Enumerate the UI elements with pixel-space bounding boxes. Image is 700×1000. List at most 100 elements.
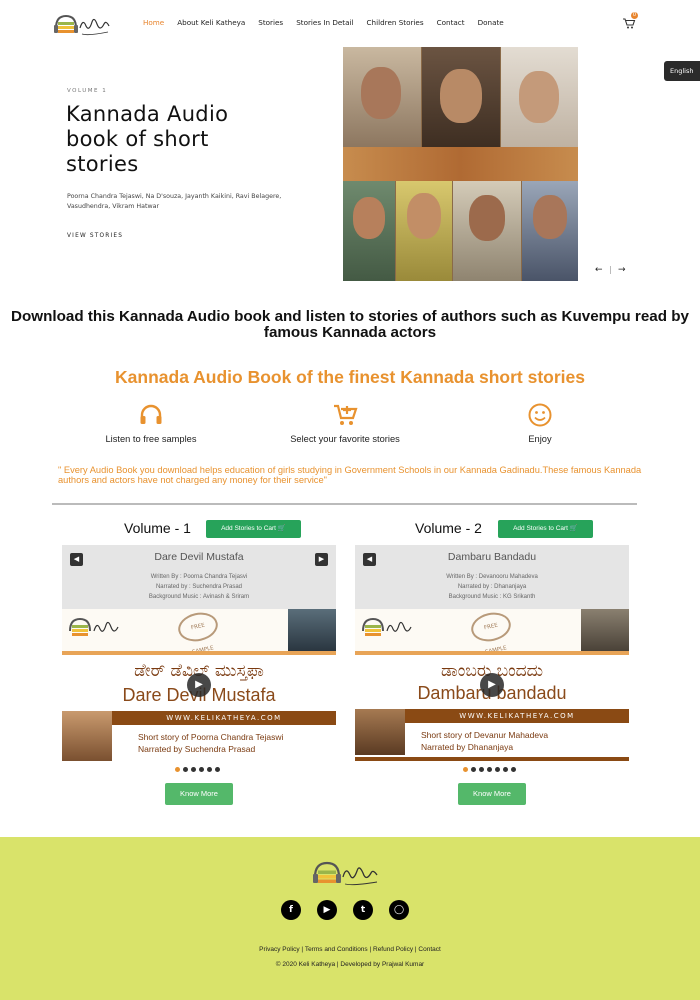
section-divider	[52, 503, 637, 505]
player-track-title: Dare Devil Mustafa	[154, 551, 244, 563]
carousel-dot[interactable]	[479, 767, 484, 772]
main-nav: Home About Keli Katheya Stories Stories …	[143, 18, 517, 27]
carousel-prev-arrow-icon[interactable]: ←	[595, 265, 603, 275]
view-stories-link[interactable]: VIEW STORIES	[67, 233, 123, 239]
feature-enjoy-label: Enjoy	[528, 434, 552, 444]
refund-policy-link[interactable]: Refund Policy	[373, 946, 413, 953]
copyright: © 2020 Keli Katheya | Developed by Prajw…	[275, 961, 425, 968]
site-footer: f ▶ t ◯ Privacy Policy | Terms and Condi…	[0, 837, 700, 1000]
poster-logo	[69, 617, 119, 636]
author-photo	[62, 711, 112, 761]
carousel-dot[interactable]	[471, 767, 476, 772]
cart-plus-icon	[334, 404, 358, 425]
nav-donate[interactable]: Donate	[478, 18, 504, 27]
narrator-photo	[581, 609, 629, 651]
poster-logo	[362, 617, 412, 636]
volume-1-dots	[175, 767, 220, 772]
hero-title: Kannada Audio book of short stories	[66, 102, 229, 176]
feature-listen-label: Listen to free samples	[105, 434, 197, 444]
nav-children-stories[interactable]: Children Stories	[367, 18, 424, 27]
carousel-dot[interactable]	[199, 767, 204, 772]
background-music: Background Music : KG Srikanth	[448, 594, 536, 600]
carousel-separator	[610, 266, 611, 274]
add-to-cart-label: Add Stories to Cart	[221, 525, 276, 532]
feature-select: Select your favorite stories	[255, 402, 435, 444]
player-track-info: Written By : Poorna Chandra Tejasvi Narr…	[62, 572, 336, 602]
nav-stories[interactable]: Stories	[258, 18, 283, 27]
volume-2-player: ◀ Dambaru Bandadu Written By : Devanooru…	[355, 545, 629, 609]
twitter-icon[interactable]: t	[353, 900, 373, 920]
volume-1-title: Volume - 1	[124, 520, 191, 536]
add-to-cart-label: Add Stories to Cart	[513, 525, 568, 532]
author-photo	[355, 709, 405, 755]
volume-2-poster: FREE SAMPLE ಡಾಂಬರು ಬಂದದು Dambaru bandadu…	[355, 609, 629, 761]
written-by: Written By : Devanooru Mahadeva	[446, 574, 538, 580]
poster-desc-line-1: Short story of Poorna Chandra Tejaswi	[138, 732, 284, 742]
carousel-dot[interactable]	[175, 767, 180, 772]
instagram-icon[interactable]: ◯	[389, 900, 409, 920]
carousel-dot[interactable]	[215, 767, 220, 772]
footer-contact-link[interactable]: Contact	[418, 946, 440, 953]
poster-desc-line-2: Narrated by Suchendra Prasad	[138, 744, 256, 754]
player-track-info: Written By : Devanooru Mahadeva Narrated…	[355, 572, 629, 602]
poster-website: WWW.KELIKATHEYA.COM	[112, 711, 336, 725]
cart-icon: 🛒	[569, 525, 578, 532]
carousel-dot[interactable]	[183, 767, 188, 772]
background-music: Background Music : Avinash & Sriram	[148, 594, 250, 600]
carousel-dot[interactable]	[207, 767, 212, 772]
language-switcher[interactable]: English	[664, 61, 700, 81]
authors-collage-image	[343, 47, 578, 281]
hero-authors: Poorna Chandra Tejaswi, Na D'souza, Jaya…	[67, 193, 282, 210]
smile-icon	[528, 403, 552, 427]
volume-1-add-to-cart-button[interactable]: Add Stories to Cart 🛒	[206, 520, 301, 538]
poster-desc-line-2: Narrated by Dhananjaya	[421, 742, 514, 752]
privacy-policy-link[interactable]: Privacy Policy	[259, 946, 299, 953]
narrated-by: Narrated by : Dhananjaya	[457, 584, 527, 590]
carousel-next-arrow-icon[interactable]: →	[618, 265, 626, 275]
intro-subhead: Kannada Audio Book of the finest Kannada…	[115, 367, 585, 387]
nav-about[interactable]: About Keli Katheya	[177, 18, 245, 27]
play-icon[interactable]: ▶	[187, 673, 211, 697]
poster-desc-line-1: Short story of Devanur Mahadeva	[421, 730, 549, 740]
carousel-dot[interactable]	[503, 767, 508, 772]
player-track-title: Dambaru Bandadu	[447, 551, 537, 563]
volume-1-player: ◀ Dare Devil Mustafa ▶ Written By : Poor…	[62, 545, 336, 609]
volume-2-dots	[463, 767, 516, 772]
feature-enjoy: Enjoy	[450, 402, 630, 444]
youtube-icon[interactable]: ▶	[317, 900, 337, 920]
volume-1-poster: FREE SAMPLE ಡೇರ್ ಡೆವಿಲ್ ಮುಸ್ತಫಾ Dare Dev…	[62, 609, 336, 761]
poster-description: Short story of Devanur Mahadeva Narrated…	[421, 729, 548, 753]
player-next-icon[interactable]: ▶	[315, 553, 328, 566]
nav-stories-in-detail[interactable]: Stories In Detail	[296, 18, 353, 27]
site-header: Home About Keli Katheya Stories Stories …	[0, 0, 700, 46]
volume-2-know-more-button[interactable]: Know More	[458, 783, 526, 805]
carousel-dot[interactable]	[463, 767, 468, 772]
volume-1-know-more-button[interactable]: Know More	[165, 783, 233, 805]
donation-note: " Every Audio Book you download helps ed…	[58, 465, 642, 485]
intro-headline: Download this Kannada Audio book and lis…	[11, 308, 689, 341]
carousel-dot[interactable]	[191, 767, 196, 772]
play-icon[interactable]: ▶	[480, 673, 504, 697]
footer-links: Privacy Policy | Terms and Conditions | …	[259, 946, 441, 953]
site-logo[interactable]	[52, 10, 112, 38]
narrated-by: Narrated by : Suchendra Prasad	[155, 584, 243, 590]
narrator-photo	[288, 609, 336, 651]
feature-listen: Listen to free samples	[61, 402, 241, 444]
cart-count-badge: 0	[631, 12, 638, 19]
poster-website: WWW.KELIKATHEYA.COM	[405, 709, 629, 723]
nav-home[interactable]: Home	[143, 18, 164, 27]
volume-2-add-to-cart-button[interactable]: Add Stories to Cart 🛒	[498, 520, 593, 538]
carousel-dot[interactable]	[487, 767, 492, 772]
facebook-icon[interactable]: f	[281, 900, 301, 920]
carousel-dot[interactable]	[511, 767, 516, 772]
poster-description: Short story of Poorna Chandra Tejaswi Na…	[138, 731, 283, 755]
volume-2-title: Volume - 2	[415, 520, 482, 536]
cart-icon: 🛒	[277, 525, 286, 532]
footer-logo[interactable]	[310, 857, 382, 889]
terms-link[interactable]: Terms and Conditions	[305, 946, 368, 953]
feature-select-label: Select your favorite stories	[290, 434, 400, 444]
written-by: Written By : Poorna Chandra Tejasvi	[150, 574, 248, 580]
carousel-dot[interactable]	[495, 767, 500, 772]
nav-contact[interactable]: Contact	[437, 18, 465, 27]
hero-volume-label: VOLUME 1	[67, 88, 108, 94]
